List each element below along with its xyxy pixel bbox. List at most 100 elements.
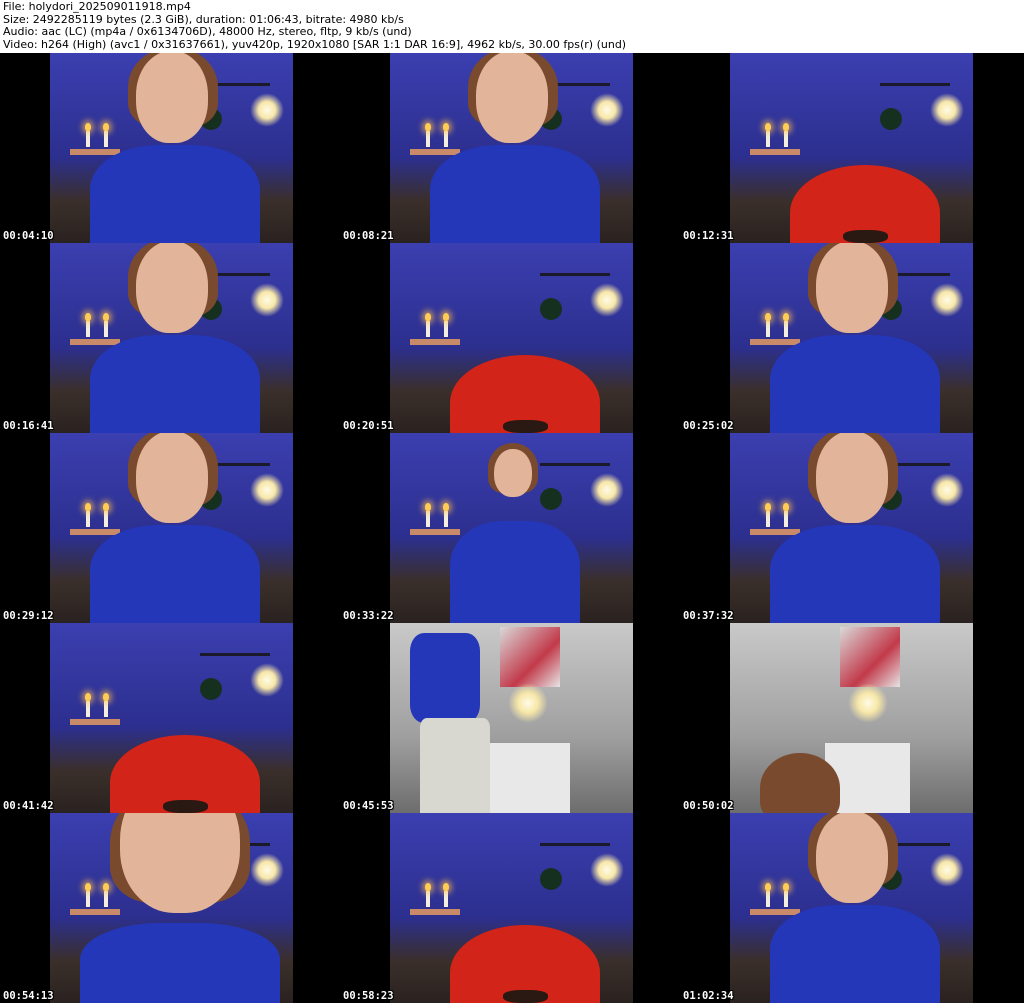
candle-flame [783, 123, 789, 131]
thumbnail-frame [390, 243, 633, 433]
side-table [410, 909, 460, 915]
video-thumbnail: 00:58:23 [340, 813, 680, 1003]
light-glow [508, 683, 548, 723]
person [390, 433, 633, 623]
thumbnail-frame [730, 53, 973, 243]
face [476, 53, 548, 143]
person [390, 53, 633, 243]
video-thumbnail: 00:25:02 [680, 243, 1020, 433]
candle-flame [85, 693, 91, 701]
timestamp-label: 01:02:34 [683, 990, 734, 1002]
thumbnail-frame [50, 813, 293, 1003]
thumbnail-frame [730, 243, 973, 433]
timestamp-label: 00:37:32 [683, 610, 734, 622]
white-skirt [420, 718, 490, 813]
thumbnail-frame [50, 243, 293, 433]
lamp-glow [590, 853, 624, 887]
chair-handle-hole [842, 229, 888, 243]
timestamp-label: 00:54:13 [3, 990, 54, 1002]
poster [500, 627, 560, 687]
candle [784, 131, 788, 147]
thumbnail-frame [50, 433, 293, 623]
video-thumbnail: 00:33:22 [340, 433, 680, 623]
thumbnail-frame [390, 433, 633, 623]
thumbnail-frame [730, 813, 973, 1003]
video-line: Video: h264 (High) (avc1 / 0x31637661), … [3, 37, 627, 51]
timestamp-label: 00:41:42 [3, 800, 54, 812]
video-thumbnail: 00:16:41 [0, 243, 340, 433]
thumbnail-frame [730, 433, 973, 623]
video-thumbnail: 00:20:51 [340, 243, 680, 433]
thumbnail-grid: 00:04:10 00:08:21 00:12:31 00:16:41 00:20:51… [0, 53, 1024, 1003]
video-thumbnail: 00:50:02 [680, 623, 1020, 813]
person [730, 243, 973, 433]
face [136, 433, 208, 523]
thumbnail-frame [390, 813, 633, 1003]
video-thumbnail: 00:08:21 [340, 53, 680, 243]
timestamp-label: 00:45:53 [343, 800, 394, 812]
person [730, 813, 973, 1003]
face [816, 813, 888, 903]
timestamp-label: 00:50:02 [683, 800, 734, 812]
wall-shelf [540, 273, 610, 276]
person [730, 433, 973, 623]
thumbnail-frame [50, 623, 293, 813]
chair-handle-hole [162, 799, 208, 813]
timestamp-label: 00:33:22 [343, 610, 394, 622]
lamp-glow [250, 663, 284, 697]
person [50, 243, 293, 433]
candle-flame [765, 123, 771, 131]
thumbnail-frame [730, 623, 973, 813]
timestamp-label: 00:12:31 [683, 230, 734, 242]
candle-flame [425, 313, 431, 321]
timestamp-label: 00:08:21 [343, 230, 394, 242]
shirt [90, 335, 260, 433]
poster [840, 627, 900, 687]
light-glow [848, 683, 888, 723]
candle [426, 321, 430, 337]
candle [444, 321, 448, 337]
video-thumbnail: 00:29:12 [0, 433, 340, 623]
candle [426, 891, 430, 907]
candle [86, 701, 90, 717]
timestamp-label: 00:29:12 [3, 610, 54, 622]
wall-shelf [200, 653, 270, 656]
sink-counter [485, 743, 570, 813]
audio-line: Audio: aac (LC) (mp4a / 0x6134706D), 480… [3, 25, 412, 38]
side-table [750, 149, 800, 155]
shirt [410, 633, 480, 723]
thumbnail-frame [390, 623, 633, 813]
shirt [430, 145, 600, 243]
wall-shelf [540, 843, 610, 846]
chair-handle-hole [502, 989, 548, 1003]
timestamp-label: 00:58:23 [343, 990, 394, 1002]
wall-shelf [880, 83, 950, 86]
video-thumbnail: 01:02:34 [680, 813, 1020, 1003]
video-thumbnail: 00:04:10 [0, 53, 340, 243]
timestamp-label: 00:16:41 [3, 420, 54, 432]
lamp-glow [590, 283, 624, 317]
video-thumbnail: 00:45:53 [340, 623, 680, 813]
file-name-line: File: holydori_202509011918.mp4 [3, 0, 191, 13]
face [136, 53, 208, 143]
plant [200, 678, 222, 700]
timestamp-label: 00:20:51 [343, 420, 394, 432]
file-info-header: File: holydori_202509011918.mp4 Size: 249… [3, 0, 627, 51]
candle [444, 891, 448, 907]
person [50, 813, 293, 1003]
candle [766, 131, 770, 147]
shirt [770, 905, 940, 1003]
plant [540, 868, 562, 890]
timestamp-label: 00:04:10 [3, 230, 54, 242]
shirt [450, 521, 580, 623]
shirt [80, 923, 280, 1003]
person [50, 53, 293, 243]
thumbnail-frame [50, 53, 293, 243]
candle-flame [425, 883, 431, 891]
face [494, 449, 532, 497]
thumbnail-frame [390, 53, 633, 243]
chair-handle-hole [502, 419, 548, 433]
plant [540, 298, 562, 320]
face [816, 433, 888, 523]
shirt [770, 525, 940, 623]
